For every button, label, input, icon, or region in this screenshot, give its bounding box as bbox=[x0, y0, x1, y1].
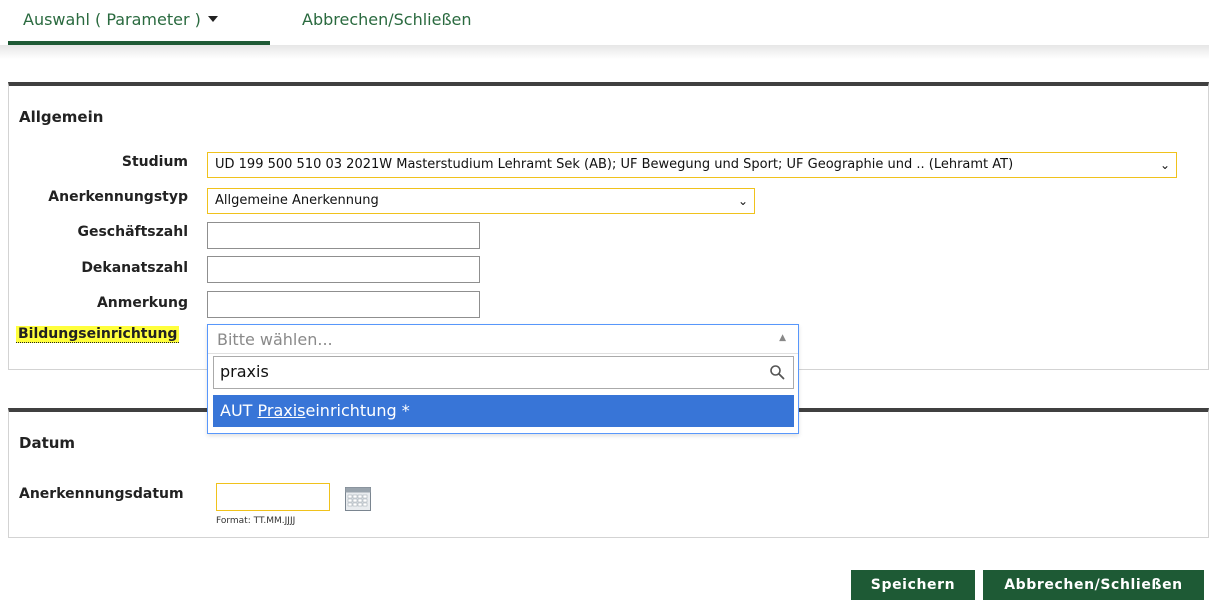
bildungseinrichtung-label: Bildungseinrichtung bbox=[16, 326, 180, 343]
calendar-icon[interactable] bbox=[345, 487, 371, 511]
option-suffix: einrichtung * bbox=[305, 401, 410, 420]
anmerkung-label: Anmerkung bbox=[96, 295, 188, 311]
top-menu: Auswahl ( Parameter ) Abbrechen/Schließe… bbox=[0, 0, 1209, 46]
bildungseinrichtung-search-input[interactable]: praxis bbox=[213, 356, 794, 389]
studium-select[interactable]: UD 199 500 510 03 2021W Masterstudium Le… bbox=[207, 152, 1177, 178]
option-prefix: AUT bbox=[220, 401, 258, 420]
save-button[interactable]: Speichern bbox=[851, 570, 975, 600]
anmerkung-input[interactable] bbox=[207, 291, 480, 318]
geschaeftszahl-label: Geschäftszahl bbox=[77, 224, 188, 240]
anerkennungstyp-label: Anerkennungstyp bbox=[48, 189, 188, 205]
menu-shadow bbox=[0, 45, 1209, 59]
menu-auswahl-label: Auswahl ( Parameter ) bbox=[23, 10, 201, 29]
option-match-highlight: Praxis bbox=[257, 401, 306, 420]
search-input-value: praxis bbox=[220, 362, 269, 381]
dropdown-option-aut-praxiseinrichtung[interactable]: AUT Praxiseinrichtung * bbox=[213, 395, 794, 427]
bildungseinrichtung-select[interactable]: Bitte wählen... ▲ bbox=[208, 325, 798, 354]
menu-abbrechen-schliessen[interactable]: Abbrechen/Schließen bbox=[302, 10, 472, 29]
section-title-datum: Datum bbox=[19, 434, 76, 452]
chevron-down-icon: ⌄ bbox=[737, 194, 748, 208]
anerkennungsdatum-input[interactable] bbox=[216, 483, 330, 511]
cancel-close-button[interactable]: Abbrechen/Schließen bbox=[983, 570, 1204, 600]
anerkennungsdatum-label: Anerkennungsdatum bbox=[19, 486, 184, 502]
search-icon bbox=[770, 365, 785, 380]
caret-up-icon: ▲ bbox=[779, 333, 786, 343]
bildungseinrichtung-placeholder: Bitte wählen... bbox=[217, 330, 333, 349]
date-format-hint: Format: TT.MM.JJJJ bbox=[216, 516, 296, 526]
studium-select-value: UD 199 500 510 03 2021W Masterstudium Le… bbox=[215, 157, 1014, 172]
section-title-allgemein: Allgemein bbox=[19, 108, 104, 126]
chevron-down-icon: ⌄ bbox=[1159, 158, 1170, 172]
caret-down-icon bbox=[207, 16, 218, 22]
geschaeftszahl-input[interactable] bbox=[207, 222, 480, 249]
menu-auswahl-parameter[interactable]: Auswahl ( Parameter ) bbox=[23, 10, 218, 29]
bildungseinrichtung-dropdown[interactable]: Bitte wählen... ▲ praxis AUT Praxiseinri… bbox=[207, 324, 799, 434]
anerkennungstyp-select-value: Allgemeine Anerkennung bbox=[215, 193, 379, 208]
dekanatszahl-label: Dekanatszahl bbox=[81, 260, 188, 276]
studium-label: Studium bbox=[121, 154, 188, 170]
dekanatszahl-input[interactable] bbox=[207, 256, 480, 283]
anerkennungstyp-select[interactable]: Allgemeine Anerkennung ⌄ bbox=[207, 188, 755, 214]
